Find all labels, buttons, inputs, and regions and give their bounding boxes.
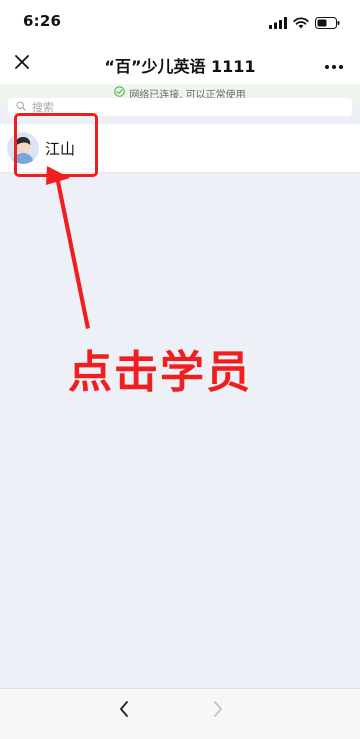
nav-bar: “百”少儿英语 1111 [0, 44, 360, 84]
bottom-toolbar [0, 688, 360, 739]
signal-icon [269, 14, 287, 33]
chevron-right-icon [212, 700, 224, 722]
student-name: 江山 [45, 139, 76, 158]
close-icon [14, 54, 30, 74]
status-time: 6:26 [23, 12, 62, 30]
search-placeholder: 搜索 [32, 101, 54, 114]
annotation-text: 点击学员 [68, 347, 252, 398]
back-button[interactable] [112, 699, 136, 723]
more-button[interactable] [320, 52, 348, 76]
avatar [7, 132, 39, 164]
search-icon [16, 100, 26, 114]
page-title: “百”少儿英语 1111 [104, 57, 256, 76]
more-icon [324, 55, 344, 74]
search-area: 搜索 [0, 98, 360, 124]
status-bar: 6:26 [0, 0, 360, 44]
status-icons [269, 14, 340, 33]
list-item[interactable]: 江山 [0, 124, 360, 173]
wifi-icon [293, 14, 309, 33]
battery-icon [315, 14, 340, 33]
chevron-left-icon [118, 700, 130, 722]
student-list: 江山 [0, 124, 360, 173]
forward-button[interactable] [206, 699, 230, 723]
search-input[interactable]: 搜索 [8, 98, 352, 116]
close-button[interactable] [10, 52, 34, 76]
